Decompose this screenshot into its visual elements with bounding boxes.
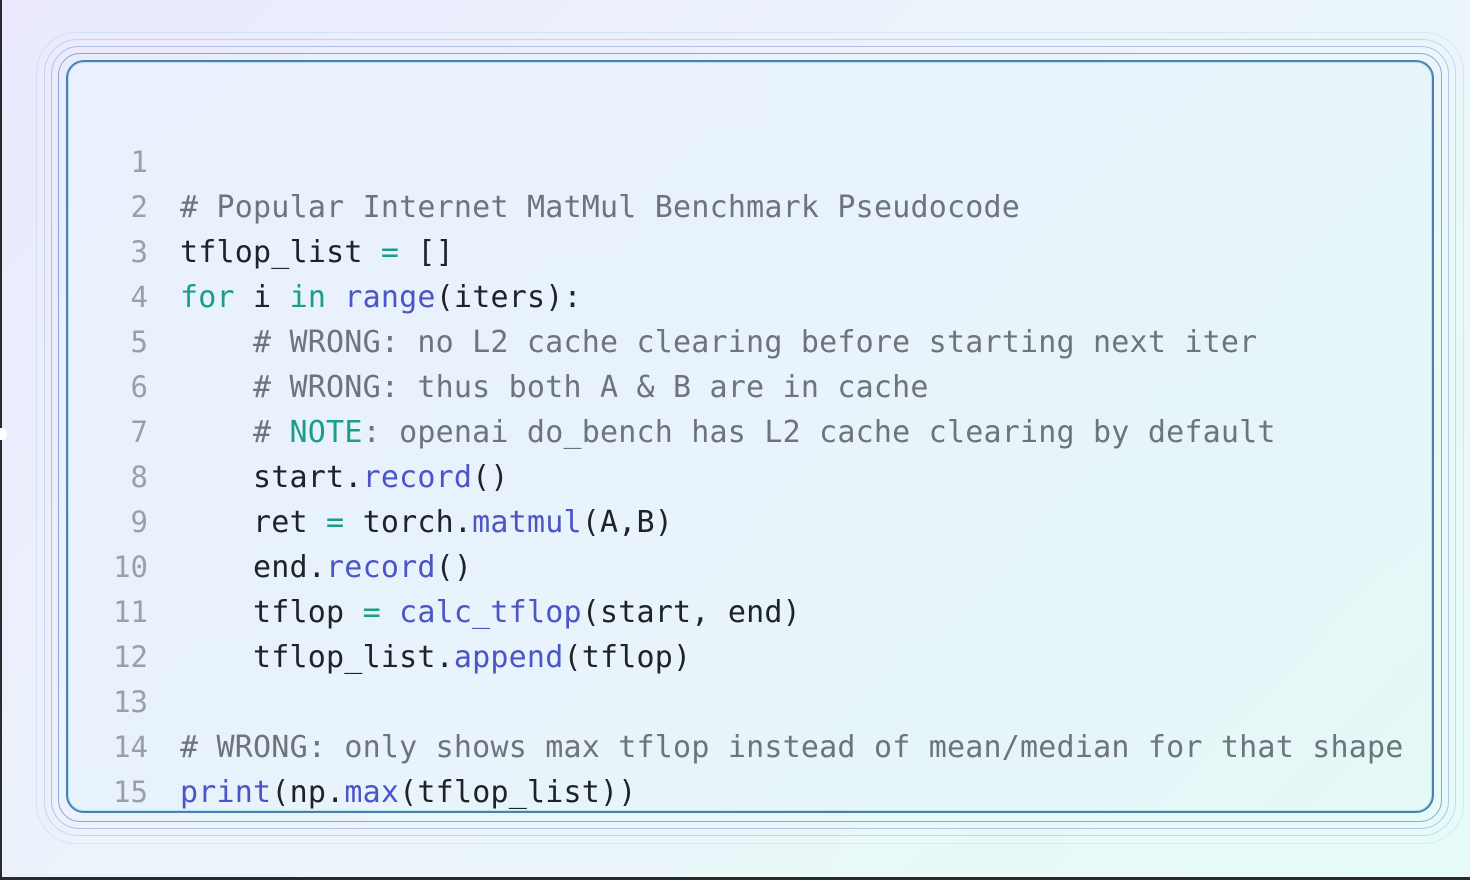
code-line-15: 15 — [0, 725, 1470, 809]
code-line-4: 4 # WRONG: no L2 cache clearing before s… — [0, 230, 1470, 360]
code-line-5: 5 # WRONG: thus both A & B are in cache — [0, 275, 1470, 405]
code-line-7: 7 start.record() — [0, 365, 1470, 495]
code-line-6: 6 # NOTE: openai do_bench has L2 cache c… — [0, 320, 1470, 450]
function-name: max — [344, 775, 400, 810]
code-text: print(np.max(tflop_list)) — [180, 770, 637, 815]
code-line-10: 10 tflop = calc_tflop(start, end) — [0, 500, 1470, 630]
object: (np. — [271, 775, 345, 810]
code-line-12: 12 — [0, 590, 1470, 674]
code-line-1: 1 # Popular Internet MatMul Benchmark Ps… — [0, 95, 1470, 225]
line-number: 15 — [113, 775, 148, 809]
code-line-14: 14 print(np.max(tflop_list)) — [0, 680, 1470, 810]
code-line-3: 3 for i in range(iters): — [0, 185, 1470, 315]
code-line-13: 13 # WRONG: only shows max tflop instead… — [0, 635, 1470, 765]
code-line-2: 2 tflop_list = [] — [0, 140, 1470, 270]
code-line-11: 11 tflop_list.append(tflop) — [0, 545, 1470, 675]
code-line-9: 9 end.record() — [0, 455, 1470, 585]
arguments: (tflop_list)) — [399, 775, 637, 810]
code-line-8: 8 ret = torch.matmul(A,B) — [0, 410, 1470, 540]
function-name: print — [180, 775, 272, 810]
code-block[interactable]: 1 # Popular Internet MatMul Benchmark Ps… — [0, 95, 1470, 810]
